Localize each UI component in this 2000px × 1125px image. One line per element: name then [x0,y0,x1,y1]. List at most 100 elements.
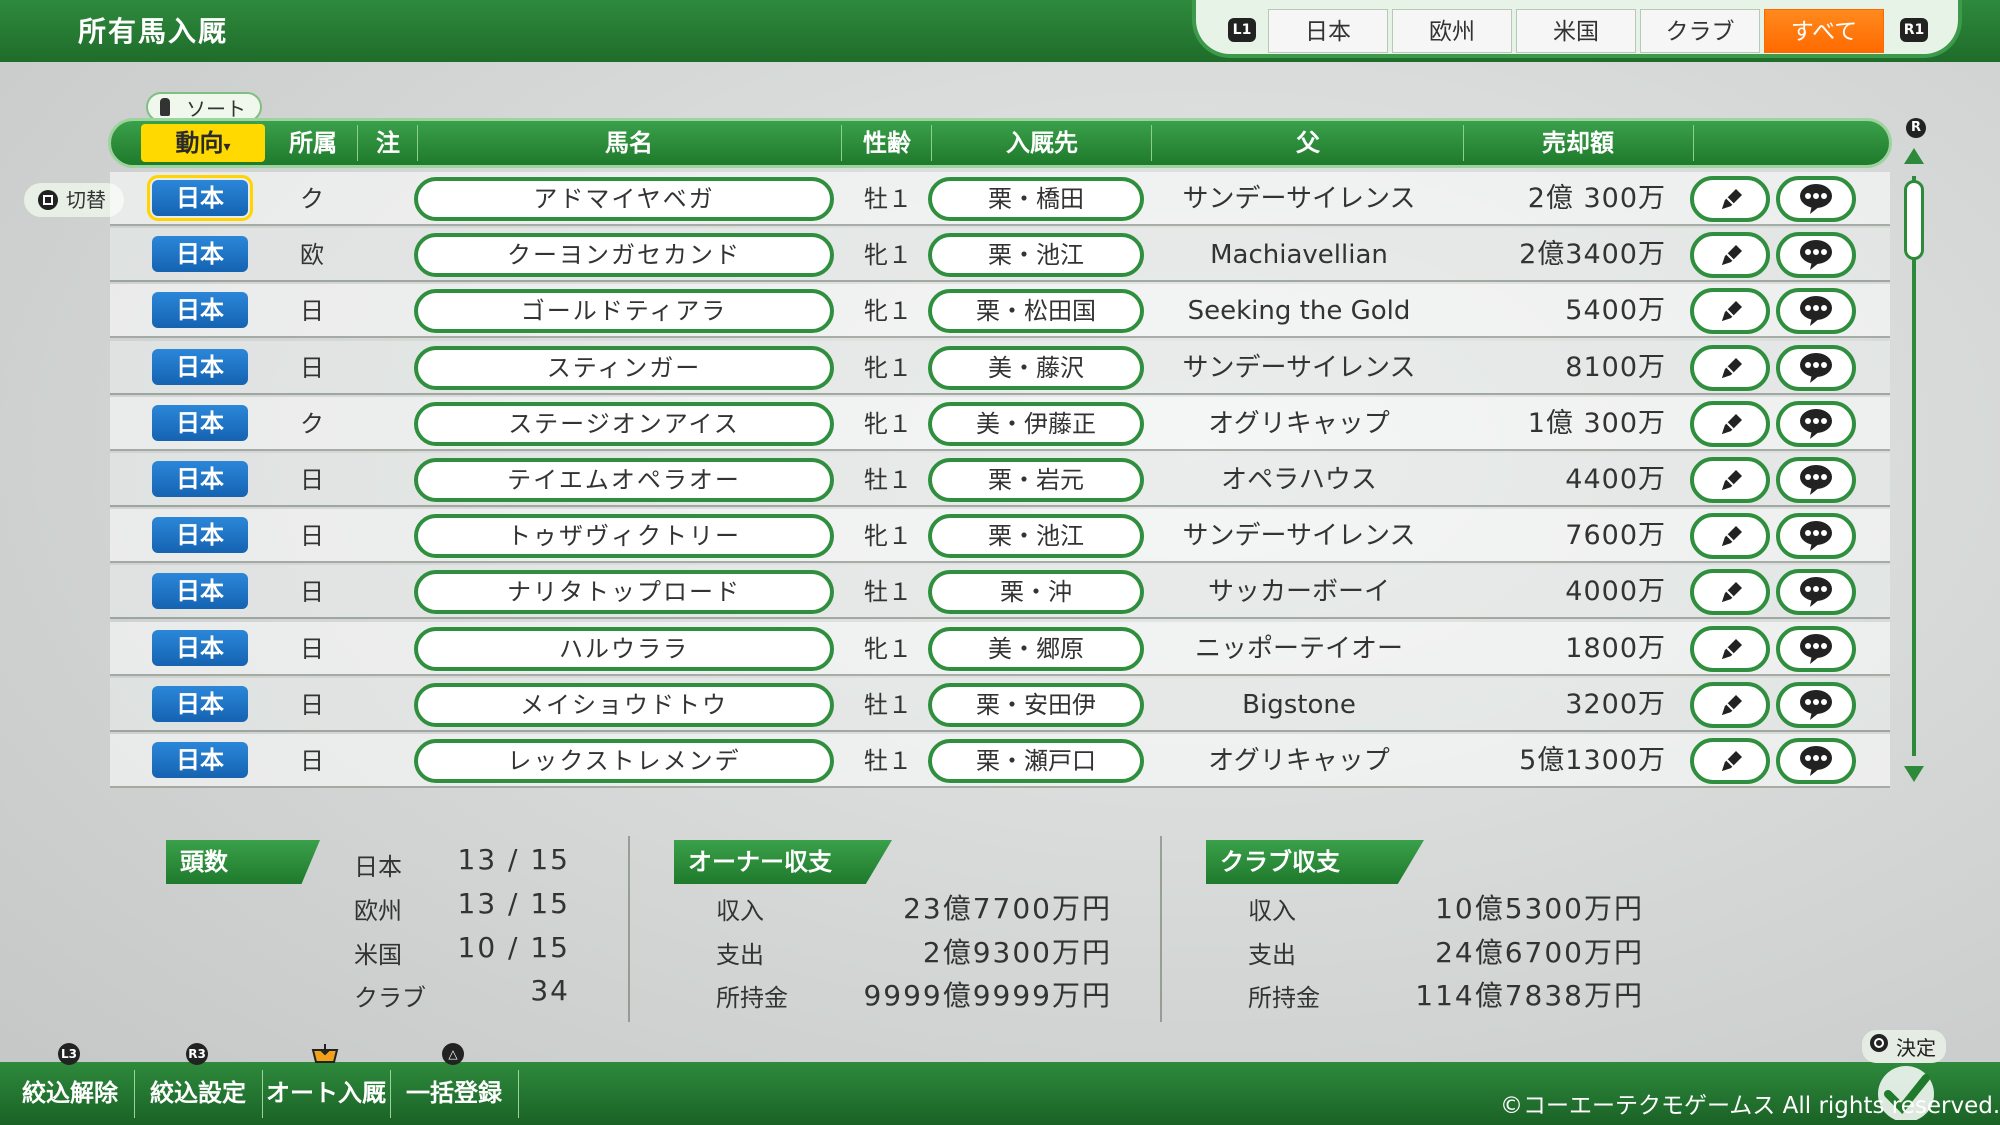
row-divider [110,336,1890,339]
comment-button[interactable] [1776,513,1856,560]
tab-europe[interactable]: 欧州 [1392,9,1512,53]
tab-usa[interactable]: 米国 [1516,9,1636,53]
edit-button[interactable] [1690,625,1770,672]
stable-button[interactable]: 栗・沖 [928,570,1144,615]
r3-hint-icon: R3 [186,1043,208,1065]
stable-button[interactable]: 美・伊藤正 [928,401,1144,446]
table-row[interactable]: 日本 日 メイショウドトウ 牡１ 栗・安田伊 Bigstone 3200万 [110,677,1890,732]
sex-age-cell: 牡１ [864,747,912,775]
comment-button[interactable] [1776,288,1856,335]
trend-badge[interactable]: 日本 [152,685,248,722]
table-row[interactable]: 日本 日 トゥザヴィクトリー 牝１ 栗・池江 サンデーサイレンス 7600万 [110,509,1890,564]
sex-age-cell: 牝１ [864,353,912,382]
trend-badge[interactable]: 日本 [152,236,248,273]
header-price[interactable]: 売却額 [1465,121,1691,165]
tab-all[interactable]: すべて [1764,9,1884,53]
edit-button[interactable] [1690,457,1770,503]
trend-badge[interactable]: 日本 [152,742,248,778]
count-value: 13 / 15 [457,843,570,876]
horse-name-button[interactable]: テイエムオペラオー [414,458,834,502]
header-divider [841,125,842,161]
confirm-button[interactable]: 決定 [1862,1030,1946,1063]
trend-badge[interactable]: 日本 [152,629,248,666]
trend-badge[interactable]: 日本 [152,517,248,554]
set-filter-button[interactable]: 絞込設定 [136,1064,260,1122]
horse-name-button[interactable]: メイショウドトウ [414,682,834,727]
scrollbar-track[interactable] [1912,176,1916,756]
horse-name-button[interactable]: スティンガー [414,345,834,390]
price-cell: 1億 300万 [1527,407,1666,439]
horse-name-button[interactable]: トゥザヴィクトリー [414,514,834,559]
table-row[interactable]: 日本 ク ステージオンアイス 牝１ 美・伊藤正 オグリキャップ 1億 300万 [110,396,1890,451]
edit-button[interactable] [1690,513,1770,560]
edit-button[interactable] [1690,738,1770,784]
header-affil[interactable]: 所属 [271,121,355,165]
edit-button[interactable] [1690,400,1770,447]
tab-japan[interactable]: 日本 [1268,9,1388,53]
table-row[interactable]: 日本 日 ハルウララ 牝１ 美・郷原 ニッポーテイオー 1800万 [110,621,1890,676]
trend-badge[interactable]: 日本 [152,461,248,497]
comment-button[interactable] [1776,176,1856,222]
trend-badge[interactable]: 日本 [152,292,248,329]
sex-age-cell: 牝１ [864,241,912,270]
bulk-register-button[interactable]: 一括登録 [392,1064,516,1122]
stable-button[interactable]: 栗・安田伊 [928,682,1144,727]
scrollbar-thumb[interactable] [1904,180,1924,260]
table-row[interactable]: 日本 欧 クーヨンガセカンド 牝１ 栗・池江 Machiavellian 2億3400万 [110,228,1890,283]
stable-button[interactable]: 栗・橋田 [928,177,1144,221]
trend-badge[interactable]: 日本 [152,348,248,385]
table-row[interactable]: 日本 日 ゴールドティアラ 牝１ 栗・松田国 Seeking the Gold 5400万 [110,284,1890,339]
horse-name-button[interactable]: レックストレメンデ [414,739,834,783]
price-cell: 8100万 [1565,351,1666,383]
comment-button[interactable] [1776,232,1856,279]
stable-button[interactable]: 栗・岩元 [928,458,1144,502]
edit-button[interactable] [1690,681,1770,728]
comment-button[interactable] [1776,738,1856,784]
edit-button[interactable] [1690,176,1770,222]
auto-stable-button[interactable]: オート入厩 [264,1064,388,1122]
horse-name-button[interactable]: ハルウララ [414,626,834,671]
comment-button[interactable] [1776,344,1856,391]
stable-button[interactable]: 栗・瀬戸口 [928,739,1144,783]
edit-button[interactable] [1690,232,1770,279]
edit-button[interactable] [1690,344,1770,391]
horse-name-button[interactable]: ステージオンアイス [414,401,834,446]
tab-club[interactable]: クラブ [1640,9,1760,53]
header-name[interactable]: 馬名 [419,121,839,165]
table-row[interactable]: 日本 日 レックストレメンデ 牡１ 栗・瀬戸口 オグリキャップ 5億1300万 [110,734,1890,788]
stable-button[interactable]: 美・郷原 [928,626,1144,671]
table-row[interactable]: 日本 日 ナリタトップロード 牡１ 栗・沖 サッカーボーイ 4000万 [110,565,1890,620]
trend-badge[interactable]: 日本 [152,404,248,441]
stable-button[interactable]: 栗・池江 [928,514,1144,559]
table-row[interactable]: 日本 ク アドマイヤベガ 牡１ 栗・橋田 サンデーサイレンス 2億 300万 [110,172,1890,226]
comment-button[interactable] [1776,457,1856,503]
edit-button[interactable] [1690,569,1770,616]
trend-badge[interactable]: 日本 [147,175,253,221]
horse-name-button[interactable]: アドマイヤベガ [414,177,834,221]
stable-button[interactable]: 美・藤沢 [928,345,1144,390]
comment-button[interactable] [1776,569,1856,616]
trend-badge[interactable]: 日本 [152,573,248,610]
header-stable[interactable]: 入厩先 [933,121,1151,165]
scroll-down-icon[interactable] [1904,766,1924,782]
switch-button[interactable]: 切替 [24,183,124,217]
column-trend-sort[interactable]: 動向▾ [141,124,265,162]
horse-name-button[interactable]: ナリタトップロード [414,570,834,615]
comment-button[interactable] [1776,400,1856,447]
horse-name-button[interactable]: ゴールドティアラ [414,289,834,334]
table-row[interactable]: 日本 日 テイエムオペラオー 牡１ 栗・岩元 オペラハウス 4400万 [110,453,1890,507]
header-sex-age[interactable]: 性齢 [843,121,931,165]
scroll-up-icon[interactable] [1904,148,1924,164]
comment-button[interactable] [1776,625,1856,672]
sire-cell: Bigstone [1242,689,1356,720]
header-note[interactable]: 注 [359,121,417,165]
clear-filter-button[interactable]: 絞込解除 [8,1064,132,1122]
edit-button[interactable] [1690,288,1770,335]
stable-button[interactable]: 栗・池江 [928,233,1144,278]
stable-button[interactable]: 栗・松田国 [928,289,1144,334]
price-cell: 2億3400万 [1519,239,1666,271]
table-row[interactable]: 日本 日 スティンガー 牝１ 美・藤沢 サンデーサイレンス 8100万 [110,340,1890,395]
header-sire[interactable]: 父 [1153,121,1463,165]
comment-button[interactable] [1776,681,1856,728]
horse-name-button[interactable]: クーヨンガセカンド [414,233,834,278]
